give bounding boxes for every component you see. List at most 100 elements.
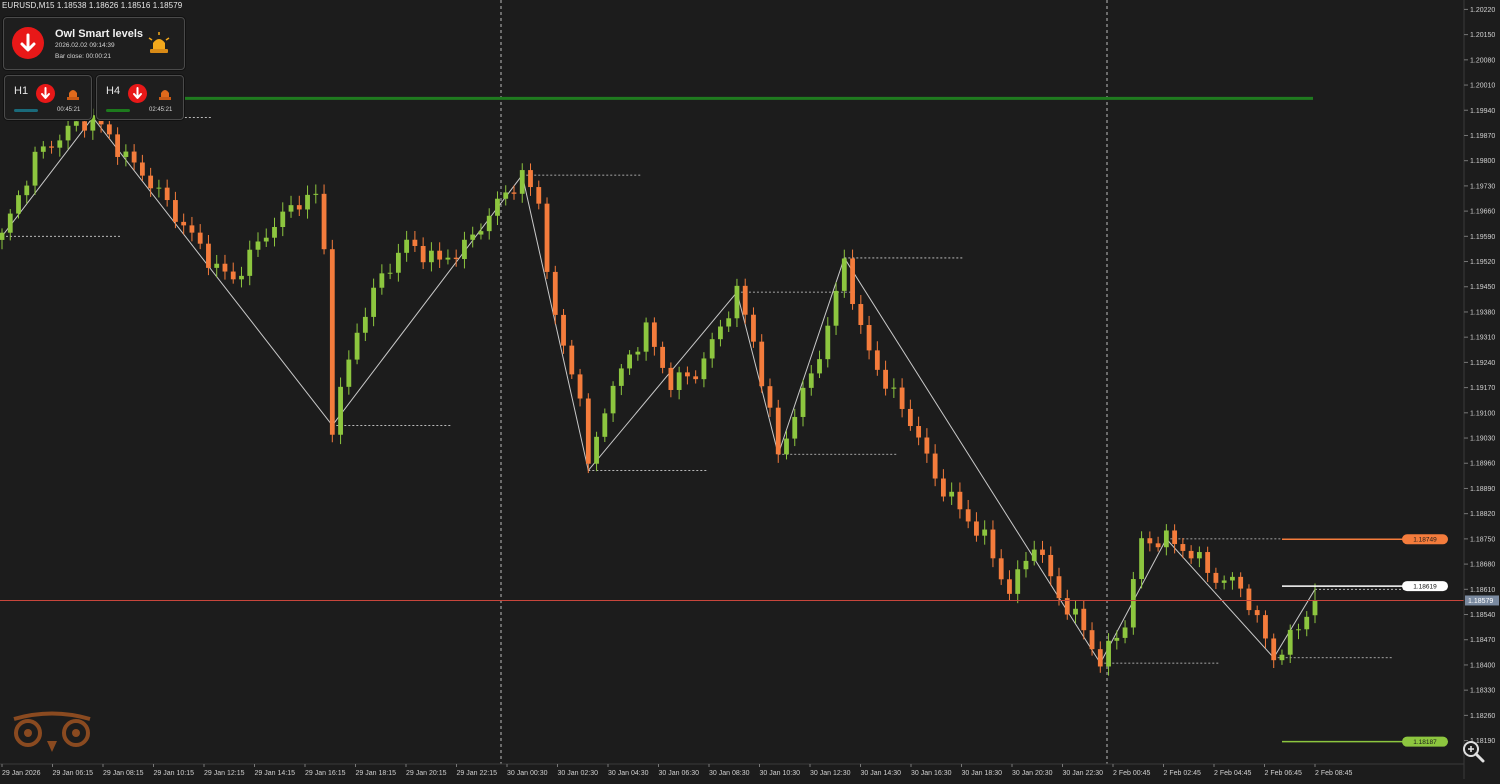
arrow-down-icon [128,84,147,103]
timeframe-progress-bar [106,109,130,112]
alarm-siren-icon[interactable] [147,32,171,59]
bear-candle [957,491,963,510]
bull-candle [305,194,310,210]
bull-candle [1304,616,1310,630]
time-tick-label: 30 Jan 14:30 [861,770,902,777]
price-tick-label: 1.19450 [1470,284,1495,291]
price-tick-label: 1.19240 [1470,360,1495,367]
price-tick-label: 1.19800 [1470,158,1495,165]
bear-candle [544,203,550,272]
bear-candle [412,239,418,246]
upper-target-label: 1.18749 [1413,537,1437,544]
bull-candle [362,316,368,333]
time-tick-label: 29 Jan 22:15 [457,770,498,777]
time-tick-label: 30 Jan 18:30 [962,770,1003,777]
bull-candle [792,416,798,439]
bear-candle [907,408,913,427]
bull-candle [32,151,38,186]
bear-candle [115,134,121,157]
price-tick-label: 1.18750 [1470,536,1495,543]
panel-datetime: 2026.02.02 09:14:39 [55,42,115,49]
bull-candle [1163,530,1169,548]
bull-candle [635,351,641,355]
alarm-siren-icon[interactable] [65,85,81,106]
owl-indicator-panel[interactable]: Owl Smart levels 2026.02.02 09:14:39 Bar… [3,17,185,70]
bull-candle [1139,538,1144,580]
bear-candle [206,243,211,268]
price-tick-label: 1.18610 [1470,587,1495,594]
bull-candle [429,250,434,263]
bear-candle [668,367,674,390]
bear-candle [998,558,1004,580]
bull-candle [676,372,682,390]
time-tick-label: 30 Jan 04:30 [608,770,649,777]
bear-candle [230,271,236,280]
time-tick-label: 29 Jan 12:15 [204,770,245,777]
bear-candle [296,205,302,210]
bear-candle [453,257,459,260]
bear-candle [569,345,575,375]
price-chart[interactable]: 1.18749 1.18619 1.18187 1.18579 1.20220 1.20… [0,0,1500,779]
bull-candle [40,146,46,152]
magnifier-icon[interactable] [1460,738,1486,764]
bear-candle [222,263,228,272]
bear-candle [874,350,880,370]
bear-candle [131,151,137,163]
bear-candle [899,387,905,409]
price-tick-label: 1.20220 [1470,7,1495,14]
bull-candle [1023,560,1029,570]
timeframe-timer: 00:45:21 [57,107,81,113]
bear-candle [1188,550,1194,559]
bear-candle [420,245,426,263]
timeframe-progress-bar [14,109,38,112]
bear-candle [858,304,864,326]
chart-canvas[interactable]: 1.18749 1.18619 1.18187 1.18579 1.20220 1.20… [0,0,1500,779]
time-tick-label: 30 Jan 20:30 [1012,770,1053,777]
time-tick-label: 30 Jan 00:30 [507,770,548,777]
timeframe-card-h1[interactable]: H1 00:45:21 [4,75,92,120]
bull-candle [7,213,13,233]
bear-candle [660,346,666,368]
bear-candle [536,187,542,204]
bear-candle [767,386,773,408]
bull-candle [214,263,220,268]
bull-candle [982,529,988,536]
bear-candle [1097,649,1103,667]
price-tick-label: 1.18260 [1470,713,1495,720]
bull-candle [784,438,789,455]
bull-candle [1296,629,1301,631]
bull-candle [1130,579,1136,628]
bull-candle [734,285,740,319]
bear-candle [990,529,996,559]
bull-candle [1122,627,1128,638]
price-tick-label: 1.18470 [1470,637,1495,644]
bear-candle [940,478,946,497]
bull-candle [718,326,723,340]
bull-candle [156,187,162,189]
bear-candle [82,121,87,131]
bear-candle [1056,576,1062,599]
time-tick-label: 30 Jan 16:30 [911,770,952,777]
bear-candle [965,509,971,522]
bear-candle [651,322,657,347]
bull-candle [24,185,30,196]
price-tick-label: 1.19590 [1470,234,1495,241]
timeframe-card-h4[interactable]: H4 02:45:21 [96,75,184,120]
bear-candle [1180,544,1186,551]
bear-candle [173,200,178,222]
time-tick-label: 2 Feb 04:45 [1214,770,1251,777]
bull-candle [1114,637,1120,641]
bear-candle [1172,530,1178,545]
bull-candle [338,386,343,435]
alarm-siren-icon[interactable] [157,85,173,106]
entry-label: 1.18619 [1413,584,1437,591]
bull-candle [891,387,897,389]
time-tick-label: 29 Jan 08:15 [103,770,144,777]
bull-candle [1230,576,1235,581]
time-tick-label: 30 Jan 12:30 [810,770,851,777]
time-tick-label: 29 Jan 10:15 [154,770,195,777]
bull-candle [594,436,599,464]
bear-candle [552,271,558,315]
price-tick-label: 1.18680 [1470,562,1495,569]
bear-candle [561,314,566,346]
